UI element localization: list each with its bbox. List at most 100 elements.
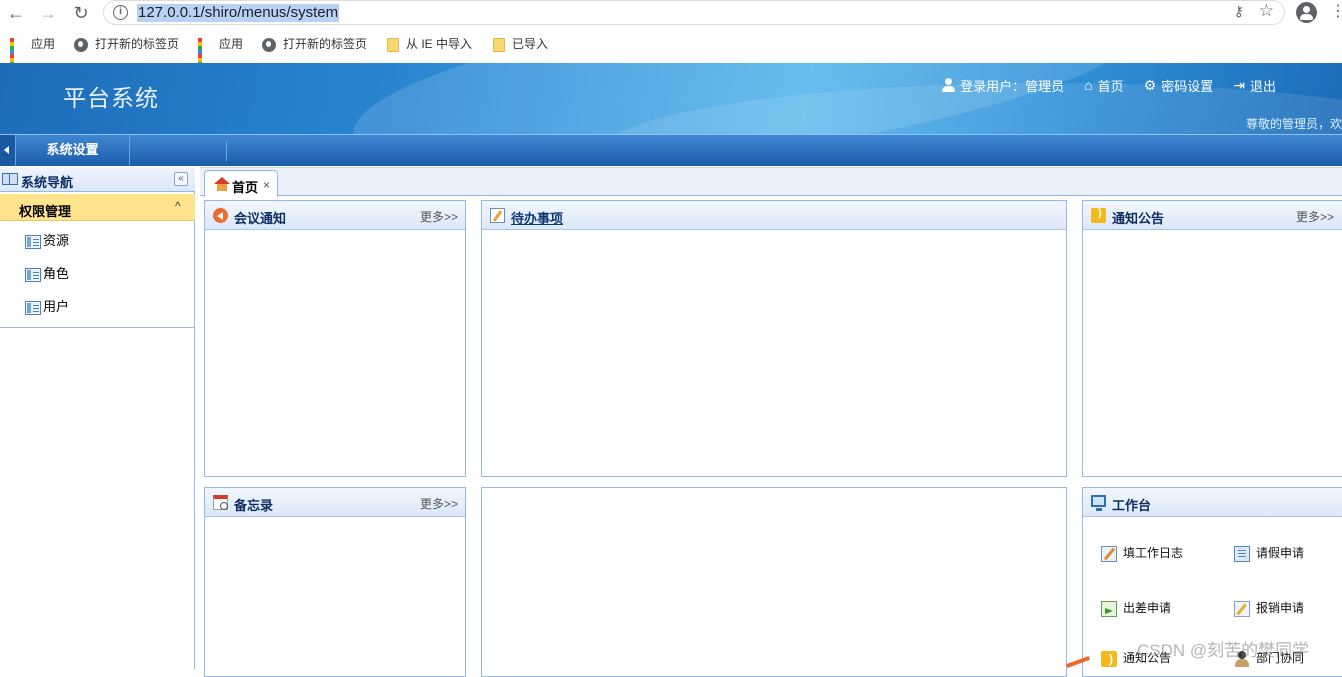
url-text[interactable]: 127.0.0.1/shiro/menus/system xyxy=(137,4,340,22)
bookmark-label: 已导入 xyxy=(512,37,549,51)
info-icon[interactable]: i xyxy=(113,5,128,20)
panel-header: 备忘录 更多>> xyxy=(205,488,465,517)
panel-header: 工作台 xyxy=(1083,488,1342,517)
tab-home[interactable]: 首页 × xyxy=(204,170,278,197)
bookmark-label: 打开新的标签页 xyxy=(95,37,180,51)
workbench-item-leave-request[interactable]: 请假申请 xyxy=(1234,544,1304,562)
sidebar-item-role[interactable]: 角色 xyxy=(25,265,69,283)
meeting-notice-panel: 会议通知 更多>> xyxy=(204,200,466,477)
home-icon: ⌂ xyxy=(1084,77,1093,93)
document-icon xyxy=(1234,545,1250,562)
workbench-item-label: 出差申请 xyxy=(1123,601,1172,615)
logout-link[interactable]: ⇥ 退出 xyxy=(1233,76,1276,94)
tab-label: 首页 xyxy=(232,180,259,195)
memo-panel: 备忘录 更多>> xyxy=(204,487,466,677)
sidebar-title: 系统导航 xyxy=(21,175,74,190)
travel-icon xyxy=(1101,600,1117,617)
reload-icon[interactable]: ↻ xyxy=(70,2,92,24)
header-links: 登录用户：管理员 ⌂ 首页 ⚙ 密码设置 ⇥ 退出 xyxy=(941,76,1276,94)
pencil-icon xyxy=(1101,545,1117,562)
workbench-item-work-log[interactable]: 填工作日志 xyxy=(1101,544,1183,562)
chevron-up-icon: ^ xyxy=(175,199,181,213)
panel-title: 通知公告 xyxy=(1112,211,1165,226)
sidebar-divider xyxy=(0,327,194,328)
sidebar-item-user[interactable]: 用户 xyxy=(25,298,69,316)
sidebar: 系统导航 « 权限管理 ^ 资源 角色 用户 xyxy=(0,167,195,669)
collapse-sidebar-icon[interactable]: « xyxy=(174,172,188,186)
todo-title-link[interactable]: 待办事项 xyxy=(511,208,563,227)
sidebar-item-resource[interactable]: 资源 xyxy=(25,232,69,250)
top-menu-bar: 系统设置 xyxy=(0,134,1342,166)
workbench-item-label: 填工作日志 xyxy=(1123,546,1184,560)
panel-title: 会议通知 xyxy=(234,211,287,226)
home-icon xyxy=(214,177,230,191)
gear-icon: ⚙ xyxy=(1143,76,1157,93)
back-icon[interactable]: ← xyxy=(5,2,27,24)
sidebar-header: 系统导航 « xyxy=(0,167,195,192)
bookmark-folder-imported[interactable]: 已导入 xyxy=(493,36,548,52)
menu-divider xyxy=(226,141,227,161)
table-icon xyxy=(25,234,41,249)
edit-note-icon xyxy=(490,208,505,223)
welcome-marquee: 尊敬的管理员，欢 xyxy=(1246,117,1342,131)
bookmark-label: 应用 xyxy=(31,37,56,51)
bookmark-label: 应用 xyxy=(219,37,244,51)
todo-panel: 待办事项 xyxy=(481,200,1067,477)
menu-item-system-settings[interactable]: 系统设置 xyxy=(16,135,130,166)
logout-label: 退出 xyxy=(1249,78,1276,94)
calendar-icon xyxy=(213,495,228,510)
apps-grid-icon xyxy=(10,37,24,74)
login-user-info: 登录用户：管理员 xyxy=(941,76,1064,94)
announcement-panel: 通知公告 更多>> xyxy=(1082,200,1342,477)
bookmark-newtab[interactable]: 打开新的标签页 xyxy=(262,36,367,52)
password-settings-label: 密码设置 xyxy=(1161,78,1214,94)
workbench-item-travel-request[interactable]: 出差申请 xyxy=(1101,599,1171,617)
profile-icon[interactable] xyxy=(1296,2,1317,23)
sidebar-item-label: 角色 xyxy=(43,266,70,281)
sound-icon xyxy=(1101,650,1117,668)
star-icon[interactable]: ☆ xyxy=(1259,1,1274,21)
menu-scroll-left-icon[interactable] xyxy=(0,135,16,166)
close-icon[interactable]: × xyxy=(263,178,270,192)
speaker-icon xyxy=(213,208,228,223)
user-icon xyxy=(941,78,956,92)
monitor-icon xyxy=(1091,495,1106,511)
table-icon xyxy=(25,300,41,315)
sidebar-item-label: 资源 xyxy=(43,233,70,248)
workbench-item-expense-request[interactable]: 报销申请 xyxy=(1234,599,1304,617)
bookmark-apps[interactable]: 应用 xyxy=(198,36,244,74)
panel-header: 通知公告 更多>> xyxy=(1083,201,1342,230)
more-link[interactable]: 更多>> xyxy=(420,208,458,225)
login-user-label: 登录用户：管理员 xyxy=(960,78,1065,94)
logout-icon: ⇥ xyxy=(1233,76,1245,93)
bookmark-apps[interactable]: 应用 xyxy=(10,36,56,74)
folder-icon xyxy=(387,37,399,52)
book-icon xyxy=(2,173,18,185)
bookmark-newtab[interactable]: 打开新的标签页 xyxy=(74,36,179,52)
workbench-item-label: 报销申请 xyxy=(1256,601,1305,615)
app-title: 平台系统 xyxy=(63,85,159,111)
home-link[interactable]: ⌂ 首页 xyxy=(1084,76,1123,94)
bookmark-label: 从 IE 中导入 xyxy=(406,37,473,51)
panel-title: 工作台 xyxy=(1112,498,1152,513)
key-icon[interactable]: ⚷ xyxy=(1234,3,1244,20)
globe-icon xyxy=(262,37,276,52)
forward-icon[interactable]: → xyxy=(37,2,59,24)
address-bar[interactable]: i 127.0.0.1/shiro/menus/system ⚷ ☆ xyxy=(103,0,1285,25)
table-icon xyxy=(25,267,41,282)
expense-form-icon xyxy=(1234,600,1250,617)
sound-icon xyxy=(1091,207,1106,223)
password-settings-link[interactable]: ⚙ 密码设置 xyxy=(1144,76,1214,94)
panel-title: 备忘录 xyxy=(234,498,274,513)
apps-grid-icon xyxy=(198,37,212,74)
accordion-permission-management[interactable]: 权限管理 ^ xyxy=(0,194,195,221)
sidebar-item-label: 用户 xyxy=(43,299,70,314)
bookmark-folder-ie[interactable]: 从 IE 中导入 xyxy=(387,36,472,52)
panel-header: 会议通知 更多>> xyxy=(205,201,465,230)
kebab-menu-icon[interactable]: ⋮ xyxy=(1330,3,1342,21)
more-link[interactable]: 更多>> xyxy=(420,495,458,512)
tabs-bar: 首页 × xyxy=(200,167,1342,197)
more-link[interactable]: 更多>> xyxy=(1296,208,1334,225)
folder-icon xyxy=(493,37,505,52)
watermark: CSDN @刻苦的樊同学 xyxy=(1137,641,1310,660)
